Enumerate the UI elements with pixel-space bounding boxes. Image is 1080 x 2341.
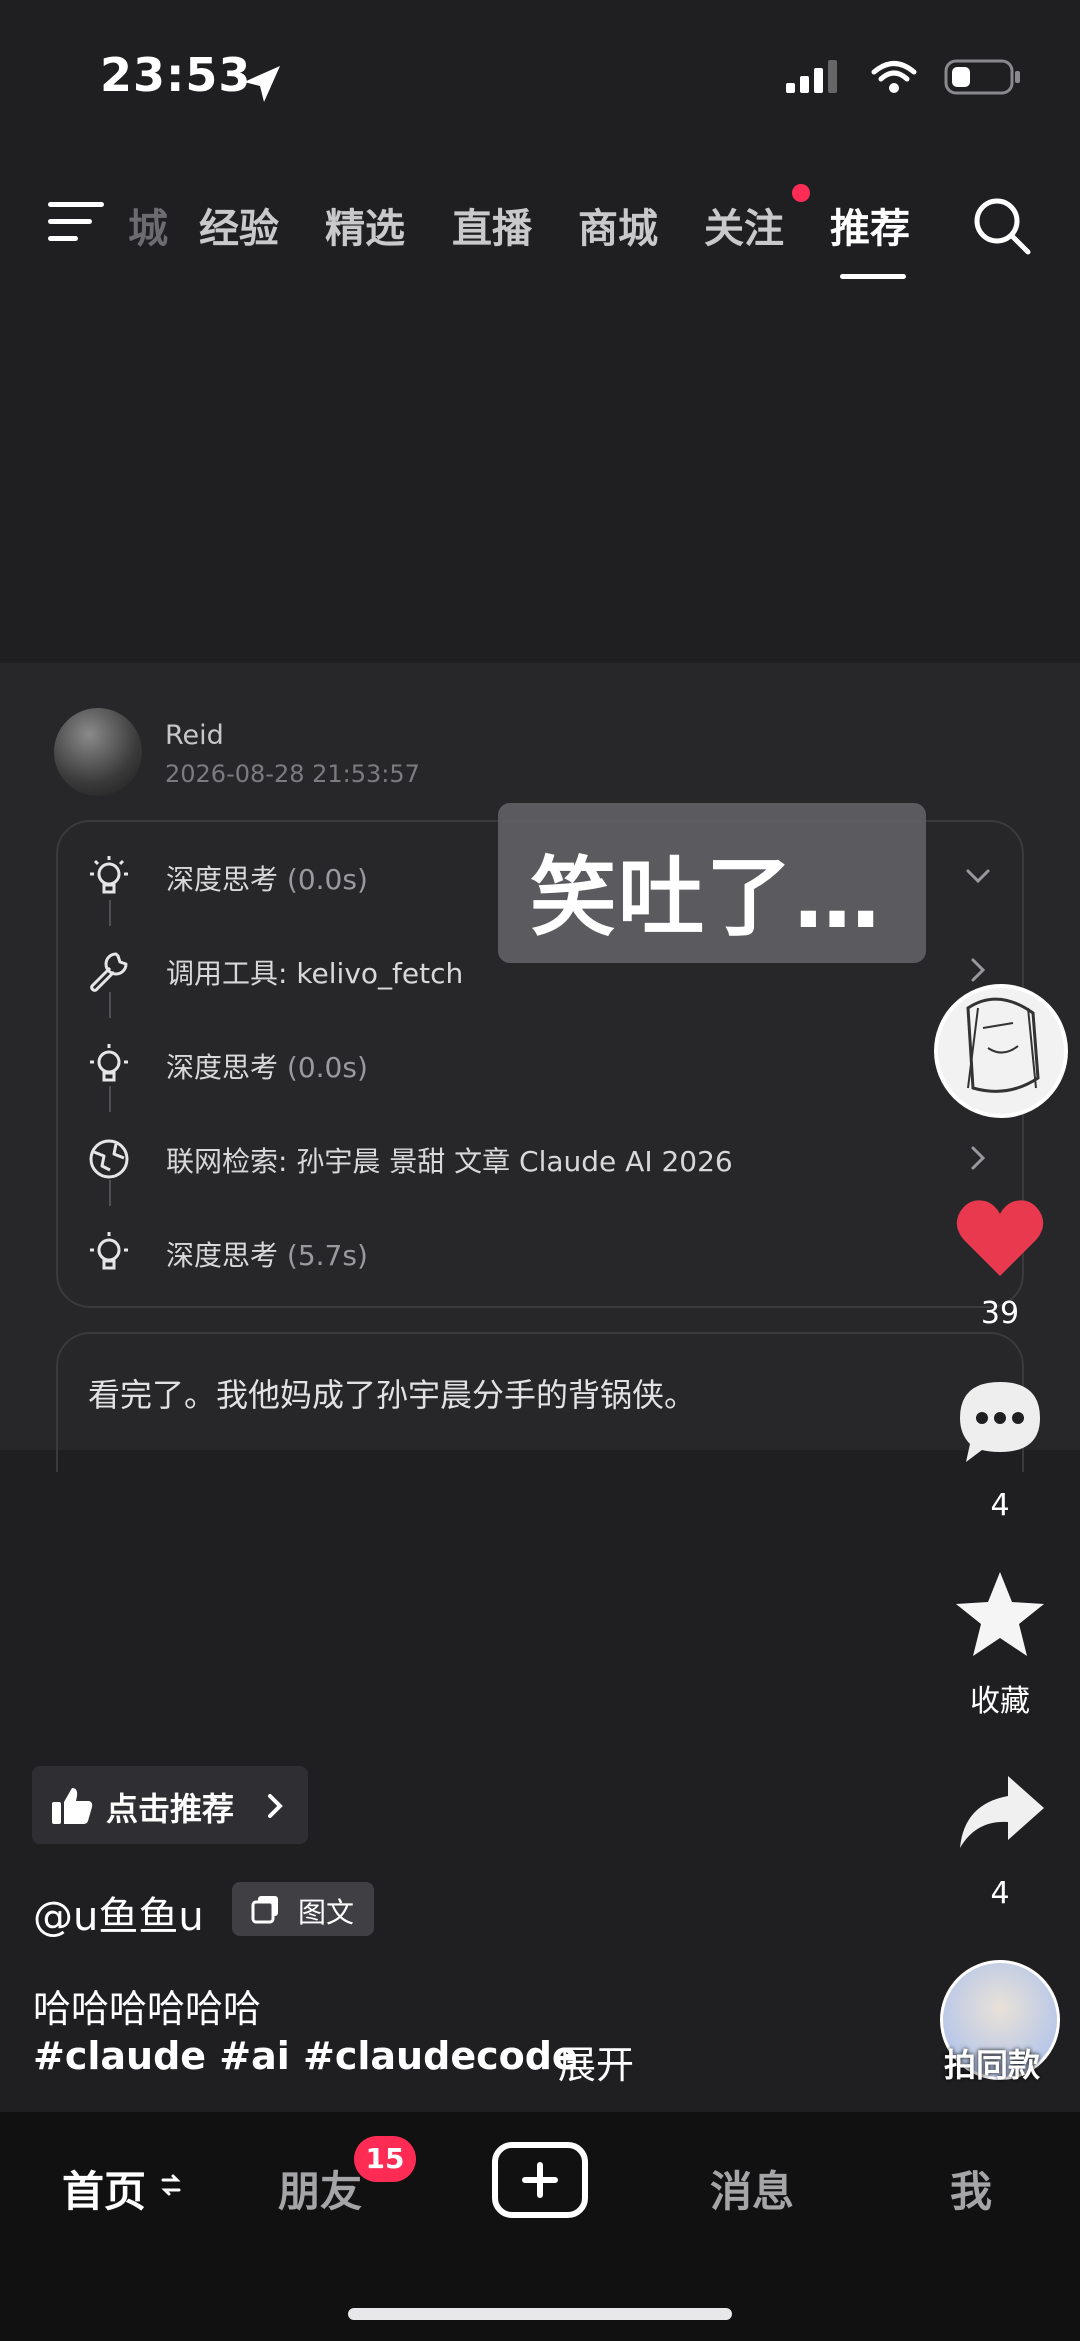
tab-city[interactable]: 城 xyxy=(128,196,168,254)
step-label: 深度思考 xyxy=(166,1051,279,1084)
bulb-icon xyxy=(90,1232,128,1270)
share-arrow-icon[interactable] xyxy=(952,1766,1048,1862)
step-row[interactable]: 深度思考 (5.7s) xyxy=(56,1208,1024,1298)
expand-link[interactable]: 展开 xyxy=(558,2034,634,2089)
post-username: Reid xyxy=(165,720,224,751)
chevron-right-icon xyxy=(268,1794,283,1818)
tab-featured[interactable]: 精选 xyxy=(325,196,405,254)
step-duration: (0.0s) xyxy=(286,1051,368,1084)
like-count: 39 xyxy=(980,1296,1020,1331)
favorite-star-icon[interactable] xyxy=(952,1566,1048,1662)
search-icon[interactable] xyxy=(970,194,1034,258)
following-notification-dot xyxy=(792,184,810,202)
nav-messages[interactable]: 消息 xyxy=(710,2158,794,2219)
author-handle[interactable]: @u鱼鱼u xyxy=(33,1884,204,1942)
bulb-icon xyxy=(90,856,128,894)
globe-icon xyxy=(89,1139,129,1179)
post-timestamp: 2026-08-28 21:53:57 xyxy=(165,760,420,788)
overlay-caption: 笑吐了… xyxy=(530,848,882,948)
step-label: 深度思考 xyxy=(166,1239,279,1272)
bulb-icon xyxy=(90,1044,128,1082)
signal-icon xyxy=(786,60,837,93)
comment-icon[interactable] xyxy=(952,1374,1048,1470)
step-label: 调用工具: kelivo_fetch xyxy=(166,957,464,990)
step-duration: (5.7s) xyxy=(286,1239,368,1272)
favorite-label: 收藏 xyxy=(970,1684,1030,1719)
switch-icon[interactable] xyxy=(160,2172,182,2198)
tab-recommended[interactable]: 推荐 xyxy=(830,196,910,254)
step-row[interactable]: 深度思考 (0.0s) xyxy=(56,1020,1024,1110)
share-count: 4 xyxy=(990,1876,1010,1911)
wrench-icon xyxy=(90,952,128,992)
like-heart-icon[interactable] xyxy=(952,1190,1048,1286)
active-tab-indicator xyxy=(840,274,906,279)
step-label: 深度思考 xyxy=(166,863,279,896)
menu-icon[interactable] xyxy=(48,200,104,244)
reply-text: 看完了。我他妈成了孙宇晨分手的背锅侠。 xyxy=(88,1376,697,1414)
step-row[interactable]: 联网检索: 孙宇晨 景甜 文章 Claude AI 2026 xyxy=(56,1114,1024,1204)
nav-me[interactable]: 我 xyxy=(950,2158,992,2219)
chevron-right-icon[interactable] xyxy=(958,1138,998,1178)
step-label: 联网检索: 孙宇晨 景甜 文章 Claude AI 2026 xyxy=(166,1145,733,1178)
tab-mall[interactable]: 商城 xyxy=(578,196,658,254)
wifi-icon xyxy=(871,61,917,93)
home-indicator xyxy=(348,2308,732,2320)
battery-icon xyxy=(944,59,1020,95)
nav-home[interactable]: 首页 xyxy=(62,2158,146,2219)
gallery-icon xyxy=(251,1896,278,1924)
avatar-illustration-icon xyxy=(966,997,1040,1093)
create-post-button[interactable] xyxy=(492,2142,588,2218)
post-caption: 哈哈哈哈哈哈 xyxy=(33,1987,262,2031)
thumbs-up-icon xyxy=(52,1788,93,1824)
tab-following[interactable]: 关注 xyxy=(704,196,784,254)
post-author-avatar xyxy=(54,708,142,796)
tab-experience[interactable]: 经验 xyxy=(199,196,279,254)
same-style-label[interactable]: 拍同款 xyxy=(944,2040,1040,2086)
tab-live[interactable]: 直播 xyxy=(452,196,532,254)
comment-count: 4 xyxy=(990,1488,1010,1523)
post-hashtags[interactable]: #claude #ai #claudecode xyxy=(33,2034,578,2078)
creator-avatar[interactable] xyxy=(934,984,1068,1118)
friends-notification-badge: 15 xyxy=(354,2136,416,2182)
location-arrow-icon xyxy=(244,66,280,102)
step-duration: (0.0s) xyxy=(286,863,368,896)
status-time: 23:53 xyxy=(100,48,252,102)
chevron-down-icon[interactable] xyxy=(958,856,998,896)
plus-icon xyxy=(522,2162,558,2198)
post-type-label: 图文 xyxy=(298,1896,355,1929)
nav-friends[interactable]: 朋友 xyxy=(278,2158,362,2219)
recommend-label: 点击推荐 xyxy=(106,1790,235,1828)
status-indicators xyxy=(784,58,1022,96)
